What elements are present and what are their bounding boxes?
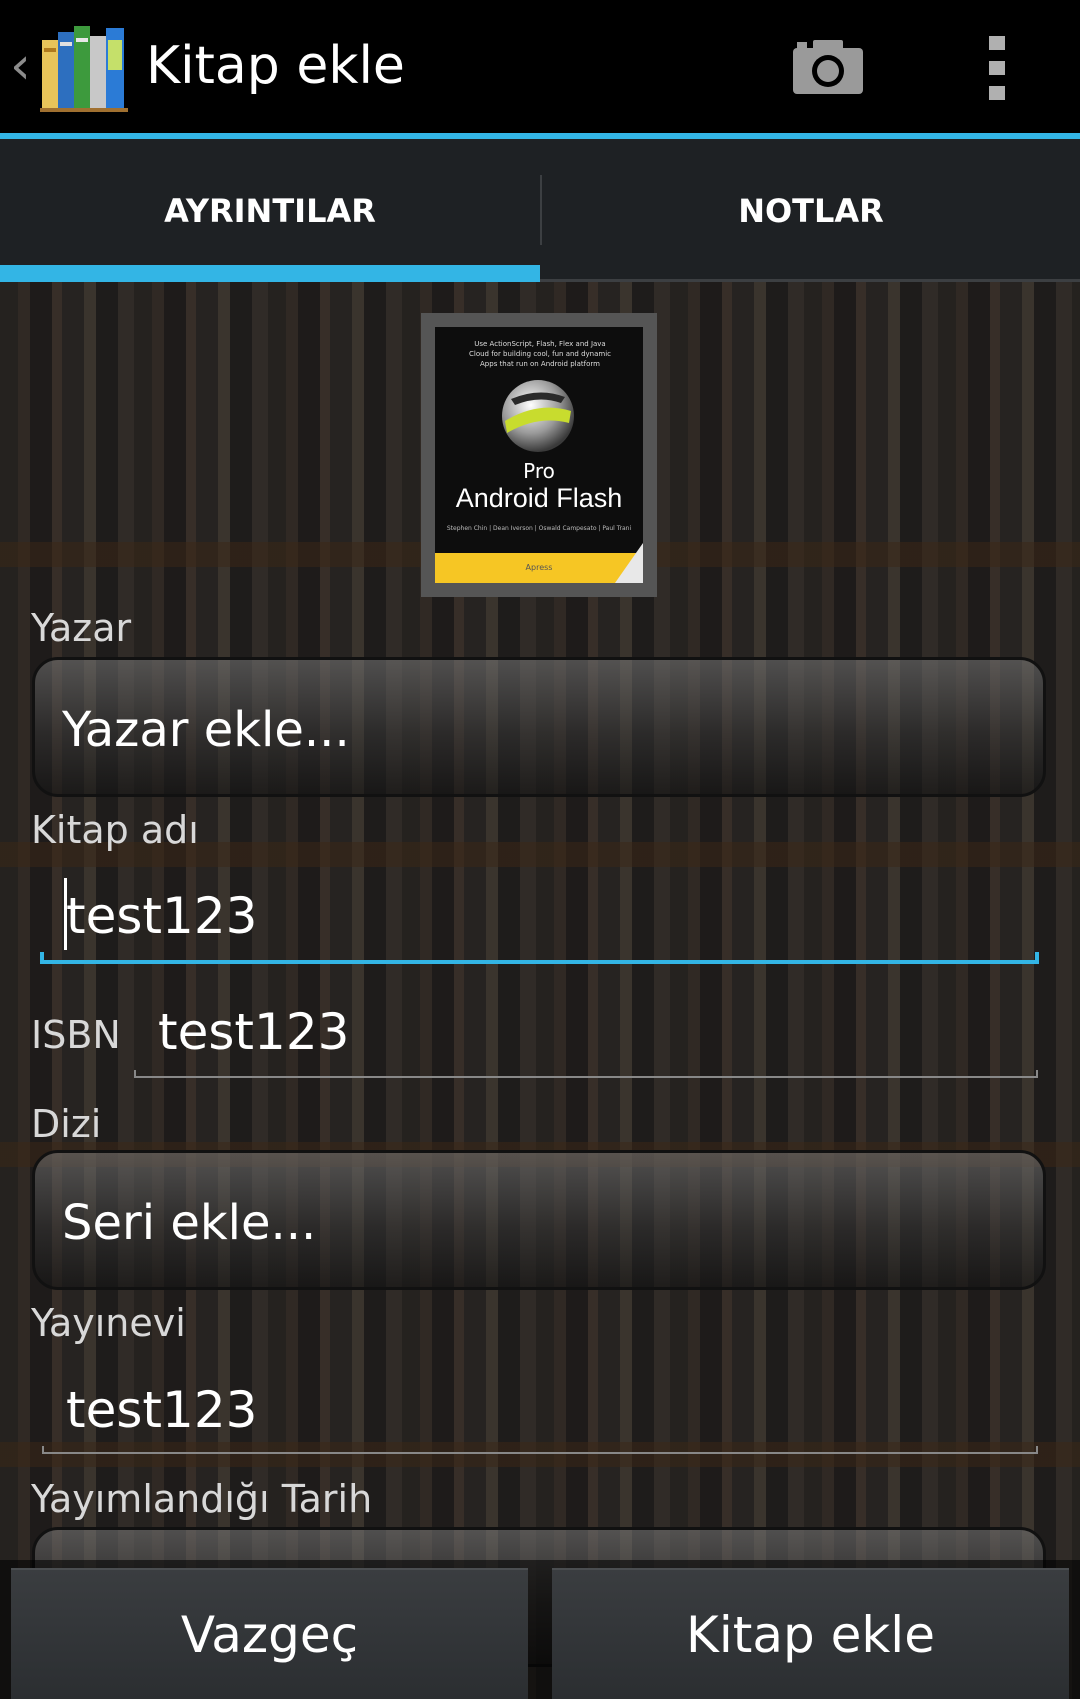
cover-tagline: Use ActionScript, Flash, Flex and Java C… [468, 340, 612, 368]
action-bar: ‹ Kitap ekle [0, 0, 1080, 139]
publisher-field[interactable]: test123 [66, 1380, 257, 1440]
overflow-menu-icon[interactable] [982, 36, 1012, 100]
globe-logo-icon [502, 380, 574, 452]
isbn-field-underline [134, 1070, 1038, 1078]
isbn-label: ISBN [31, 1013, 121, 1057]
tab-selected-indicator [0, 265, 540, 282]
cancel-button[interactable]: Vazgeç [11, 1568, 528, 1699]
cover-pro: Pro [523, 459, 555, 483]
books-app-icon[interactable] [40, 22, 128, 112]
publish-date-label: Yayımlandığı Tarih [31, 1477, 373, 1521]
author-label: Yazar [31, 606, 132, 650]
publisher-label: Yayınevi [31, 1301, 186, 1345]
add-book-button[interactable]: Kitap ekle [552, 1568, 1069, 1699]
cover-authors: Stephen Chin | Dean Iverson | Oswald Cam… [446, 525, 632, 532]
tab-notes[interactable]: NOTLAR [541, 139, 1080, 282]
publisher-field-underline [42, 1446, 1038, 1454]
title-field-underline [40, 952, 1039, 964]
book-details-form[interactable]: Use ActionScript, Flash, Flex and Java C… [0, 282, 1080, 1699]
page-title: Kitap ekle [146, 36, 405, 96]
book-cover: Use ActionScript, Flash, Flex and Java C… [435, 327, 643, 583]
isbn-field[interactable]: test123 [158, 1002, 349, 1062]
add-series-label: Seri ekle... [62, 1195, 317, 1251]
bottom-button-bar: Vazgeç Kitap ekle [0, 1560, 1080, 1699]
page-curl [615, 543, 643, 583]
camera-icon[interactable] [793, 38, 863, 94]
series-label: Dizi [31, 1102, 102, 1146]
tab-details[interactable]: AYRINTILAR [0, 139, 540, 282]
title-field[interactable]: test123 [66, 886, 257, 946]
add-author-label: Yazar ekle... [62, 702, 350, 758]
add-series-button[interactable]: Seri ekle... [32, 1150, 1046, 1290]
add-author-button[interactable]: Yazar ekle... [32, 657, 1046, 797]
chevron-left-icon[interactable]: ‹ [10, 36, 38, 96]
tab-bar: AYRINTILAR NOTLAR [0, 139, 1080, 282]
cover-publisher: Apress [525, 563, 553, 572]
book-cover-image[interactable]: Use ActionScript, Flash, Flex and Java C… [421, 313, 657, 597]
cover-title: Android Flash [455, 483, 623, 513]
title-label: Kitap adı [31, 808, 199, 852]
